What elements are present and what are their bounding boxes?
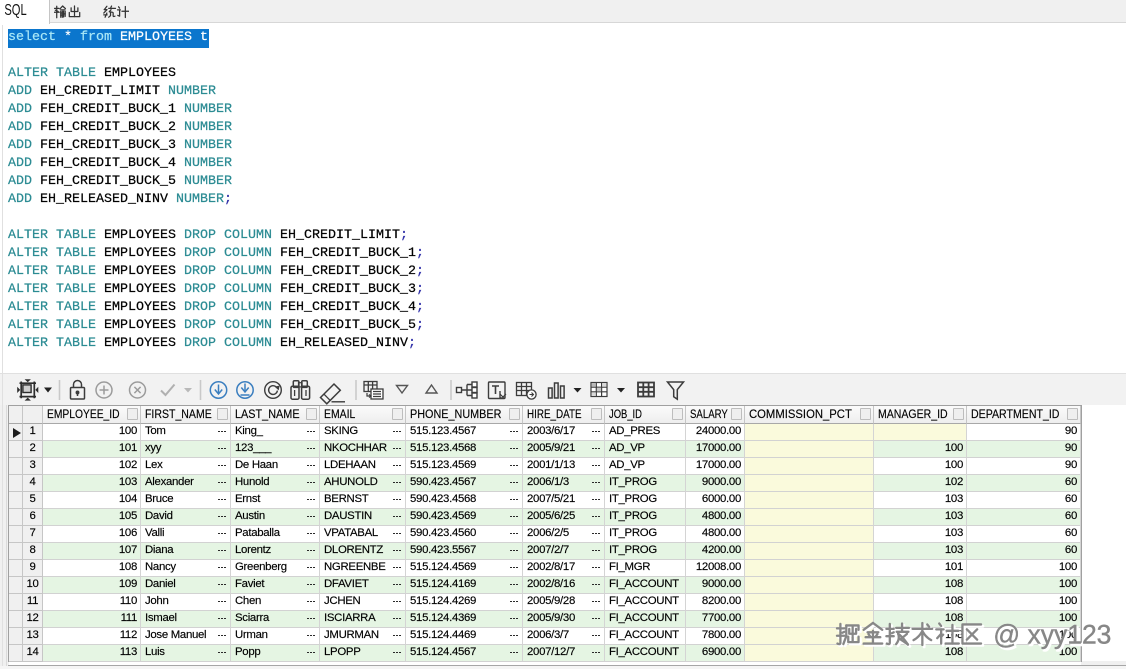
svg-text:@ xyy123: @ xyy123	[993, 620, 1111, 650]
